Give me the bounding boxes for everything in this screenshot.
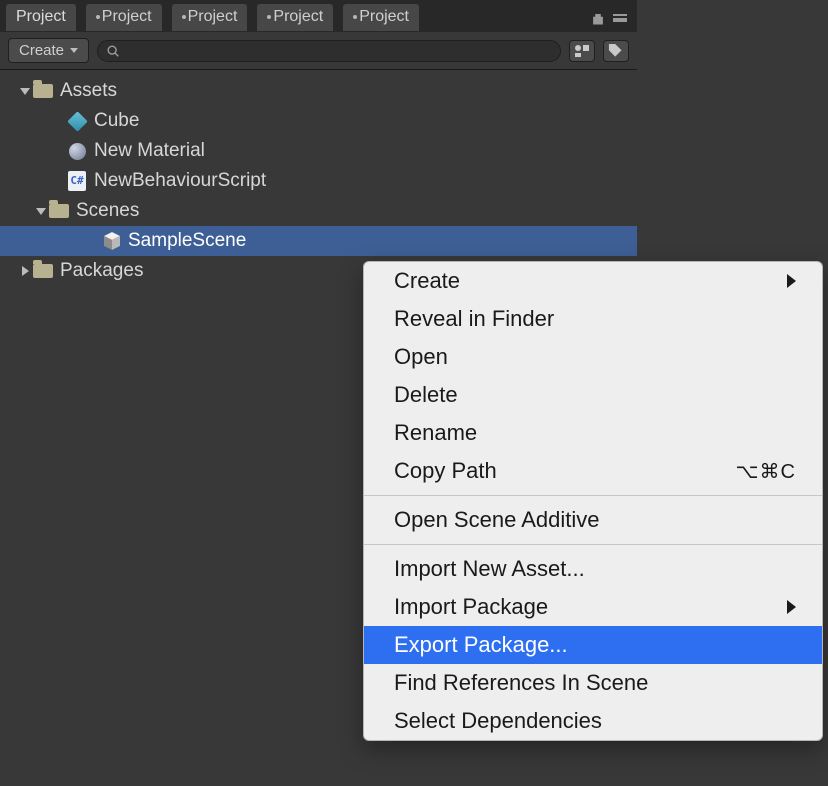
menu-open[interactable]: Open [364,338,822,376]
menu-label: Open Scene Additive [394,507,599,533]
expand-toggle[interactable] [18,88,32,95]
submenu-arrow-icon [787,600,796,614]
menu-separator [364,544,822,545]
tree-label: New Material [94,140,205,162]
tree-label: SampleScene [128,230,246,252]
menu-separator [364,495,822,496]
tree-item-script[interactable]: C# NewBehaviourScript [0,166,637,196]
bullet-icon [353,15,357,19]
bullet-icon [267,15,271,19]
menu-delete[interactable]: Delete [364,376,822,414]
tab-label: Project [188,8,238,25]
tree-item-material[interactable]: New Material [0,136,637,166]
menu-label: Copy Path [394,458,497,484]
tab-project-active[interactable]: Project [6,4,76,31]
material-icon [66,140,88,162]
menu-copy-path[interactable]: Copy Path ⌥⌘C [364,452,822,490]
tab-label: Project [16,8,66,25]
menu-label: Import Package [394,594,548,620]
expand-toggle[interactable] [34,208,48,215]
menu-open-scene-additive[interactable]: Open Scene Additive [364,501,822,539]
menu-label: Export Package... [394,632,568,658]
tree-item-scenes[interactable]: Scenes [0,196,637,226]
folder-icon [32,80,54,102]
context-menu: Create Reveal in Finder Open Delete Rena… [363,261,823,741]
menu-label: Delete [394,382,458,408]
tab-label: Project [359,8,409,25]
tree-label: Packages [60,260,143,282]
filter-by-label-button[interactable] [603,40,629,62]
menu-rename[interactable]: Rename [364,414,822,452]
menu-import-new-asset[interactable]: Import New Asset... [364,550,822,588]
menu-create[interactable]: Create [364,262,822,300]
tab-project-2[interactable]: Project [172,4,248,31]
search-icon [106,44,120,58]
tab-project-1[interactable]: Project [86,4,162,31]
chevron-down-icon [70,48,78,53]
menu-shortcut: ⌥⌘C [736,459,797,484]
csharp-script-icon: C# [66,170,88,192]
lock-icon[interactable] [591,11,605,25]
menu-label: Find References In Scene [394,670,648,696]
tab-project-4[interactable]: Project [343,4,419,31]
bullet-icon [96,15,100,19]
tree-item-assets[interactable]: Assets [0,76,637,106]
tree-item-cube[interactable]: Cube [0,106,637,136]
tab-bar: Project Project Project Project Project [0,0,637,32]
menu-label: Select Dependencies [394,708,602,734]
tree-label: Scenes [76,200,139,222]
menu-export-package[interactable]: Export Package... [364,626,822,664]
menu-label: Rename [394,420,477,446]
create-button[interactable]: Create [8,38,89,63]
tree-label: Cube [94,110,139,132]
menu-select-dependencies[interactable]: Select Dependencies [364,702,822,740]
menu-label: Reveal in Finder [394,306,554,332]
tree-label: NewBehaviourScript [94,170,266,192]
prefab-icon [66,110,88,132]
tag-icon [608,44,624,58]
filter-icon [574,44,590,58]
submenu-arrow-icon [787,274,796,288]
project-toolbar: Create [0,32,637,70]
asset-tree: Assets Cube New Material C# NewBehaviour… [0,70,637,292]
tab-label: Project [102,8,152,25]
tab-label: Project [273,8,323,25]
search-input[interactable] [97,40,561,62]
menu-reveal-in-finder[interactable]: Reveal in Finder [364,300,822,338]
filter-by-type-button[interactable] [569,40,595,62]
create-button-label: Create [19,42,64,59]
menu-find-references[interactable]: Find References In Scene [364,664,822,702]
panel-options-icon[interactable] [613,14,627,22]
tab-project-3[interactable]: Project [257,4,333,31]
menu-label: Open [394,344,448,370]
bullet-icon [182,15,186,19]
expand-toggle[interactable] [18,266,32,276]
menu-import-package[interactable]: Import Package [364,588,822,626]
menu-label: Import New Asset... [394,556,585,582]
unity-scene-icon [102,231,122,251]
folder-icon [32,260,54,282]
tree-label: Assets [60,80,117,102]
menu-label: Create [394,268,460,294]
tree-item-samplescene[interactable]: SampleScene [0,226,637,256]
folder-icon [48,200,70,222]
